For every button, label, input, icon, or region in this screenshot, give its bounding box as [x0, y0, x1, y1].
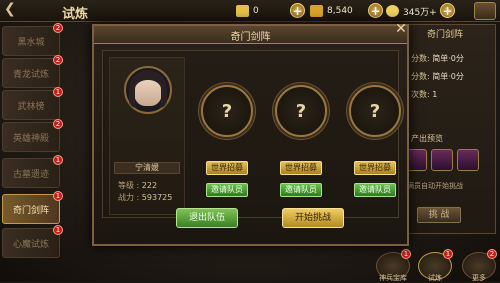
- notification-badge: 1: [53, 87, 63, 97]
- drop-preview-title: 产出预览: [411, 134, 443, 143]
- ingot-value: 0: [253, 6, 259, 16]
- invite-member-button[interactable]: 邀请队员: [280, 183, 322, 197]
- gold-icon: [310, 5, 323, 17]
- modal-title: 奇门剑阵: [230, 32, 271, 43]
- sidebar-item-2[interactable]: 武林榜 1: [2, 87, 63, 120]
- power-value: 593725: [141, 193, 173, 202]
- leader-power: 战力 : 593725: [118, 192, 172, 203]
- auto-start-text: 满员自动开始挑战: [407, 182, 463, 190]
- top-bar: ❮ 试炼 0 + 8,540 + 345万+ +: [0, 0, 500, 22]
- add-stamina-button[interactable]: +: [440, 3, 455, 18]
- notification-badge: 2: [487, 249, 497, 259]
- team-modal: 奇门剑阵 ✕ 宁清媛 等级 : 222 战力 : 593725 ? 世界招募 邀…: [92, 22, 409, 246]
- leader-level: 等级 : 222: [118, 180, 157, 191]
- count-label: 次数:: [411, 90, 430, 99]
- notification-badge: 1: [53, 155, 63, 165]
- stamina-value: 345万+: [403, 7, 437, 18]
- invite-member-button[interactable]: 邀请队员: [206, 183, 248, 197]
- world-recruit-button[interactable]: 世界招募: [206, 161, 248, 175]
- score-line: 分数: 简单·0分: [411, 53, 464, 64]
- sidebar-item-label: 奇门剑阵: [12, 205, 49, 216]
- bottom-nav: 1 神兵宝库 1 试炼 2 更多: [0, 249, 500, 282]
- leave-team-button[interactable]: 退出队伍: [176, 208, 238, 228]
- ingot-icon: [236, 5, 249, 17]
- start-challenge-button[interactable]: 开始挑战: [282, 208, 344, 228]
- empty-member-slot[interactable]: ?: [201, 85, 253, 137]
- drop-item-slot[interactable]: [431, 149, 453, 171]
- notification-badge: 1: [53, 191, 63, 201]
- sidebar-item-label: 黑水城: [17, 37, 45, 48]
- count-value: 1: [432, 90, 438, 99]
- menu-icon[interactable]: [474, 2, 496, 20]
- count-line: 次数: 1: [411, 89, 437, 100]
- score-value: 简单·0分: [432, 54, 464, 63]
- challenge-button[interactable]: 挑 战: [417, 207, 461, 223]
- leader-name: 宁清媛: [114, 162, 180, 174]
- invite-member-button[interactable]: 邀请队员: [354, 183, 396, 197]
- power-label: 战力 :: [118, 193, 140, 202]
- notification-badge: 2: [53, 23, 63, 33]
- page-title: 试炼: [62, 7, 89, 22]
- avatar[interactable]: [124, 66, 172, 114]
- notification-badge: 1: [401, 249, 411, 259]
- sidebar-item-label: 青龙试炼: [12, 69, 49, 80]
- resource-gold: 8,540: [310, 3, 353, 19]
- sidebar-item-label: 英雄神殿: [12, 133, 49, 144]
- notification-badge: 1: [443, 249, 453, 259]
- level-label: 等级 :: [118, 181, 140, 190]
- more-label: 更多: [472, 274, 486, 282]
- empty-member-slot[interactable]: ?: [349, 85, 401, 137]
- modal-header: 奇门剑阵: [94, 26, 407, 44]
- avatar-hair: [129, 70, 167, 108]
- add-gold-button[interactable]: +: [368, 3, 383, 18]
- sidebar-item-label: 心魔试炼: [12, 239, 49, 250]
- world-recruit-button[interactable]: 世界招募: [354, 161, 396, 175]
- sidebar-item-0[interactable]: 黑水城 2: [2, 23, 63, 56]
- world-recruit-button[interactable]: 世界招募: [280, 161, 322, 175]
- score-line: 分数: 简单·0分: [411, 71, 464, 82]
- sidebar-item-5[interactable]: 奇门剑阵 1: [2, 191, 63, 224]
- treasury-label: 神兵宝库: [379, 274, 407, 282]
- empty-member-slot[interactable]: ?: [275, 85, 327, 137]
- notification-badge: 2: [53, 119, 63, 129]
- score-label: 分数:: [411, 54, 430, 63]
- add-ingot-button[interactable]: +: [290, 3, 305, 18]
- close-icon[interactable]: ✕: [393, 22, 409, 38]
- level-value: 222: [141, 181, 158, 190]
- sidebar-item-1[interactable]: 青龙试炼 2: [2, 55, 63, 88]
- gold-value: 8,540: [327, 6, 353, 16]
- leader-card: 宁清媛 等级 : 222 战力 : 593725: [109, 57, 185, 215]
- resource-ingot: 0: [236, 3, 259, 19]
- notification-badge: 2: [53, 55, 63, 65]
- sidebar-item-label: 武林榜: [17, 101, 45, 112]
- trial-label: 试炼: [428, 274, 442, 282]
- score-label: 分数:: [411, 72, 430, 81]
- back-arrow-icon[interactable]: ❮: [4, 1, 44, 21]
- score-value: 简单·0分: [432, 72, 464, 81]
- sidebar-item-4[interactable]: 古墓遗迹 1: [2, 155, 63, 188]
- stamina-icon: [386, 5, 399, 17]
- sidebar-item-3[interactable]: 英雄神殿 2: [2, 119, 63, 152]
- drop-item-slot[interactable]: [457, 149, 479, 171]
- notification-badge: 1: [53, 225, 63, 235]
- resource-stamina: 345万+: [386, 3, 437, 19]
- sidebar-item-label: 古墓遗迹: [12, 169, 49, 180]
- team-area: 宁清媛 等级 : 222 战力 : 593725 ? 世界招募 邀请队员 ? 世…: [102, 50, 401, 218]
